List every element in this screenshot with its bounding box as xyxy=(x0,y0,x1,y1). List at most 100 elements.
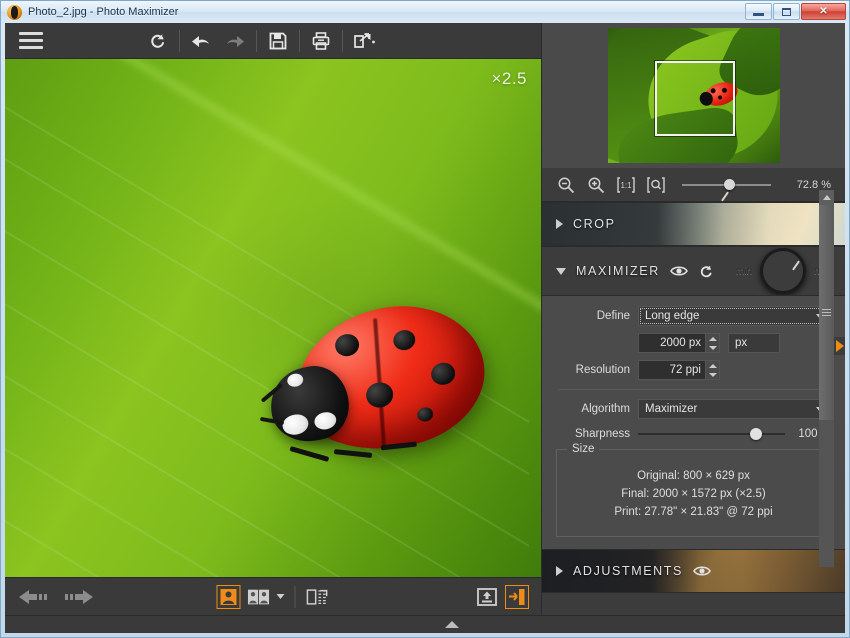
size-final: Final: 2000 × 1572 px (×2.5) xyxy=(621,488,766,500)
scrollbar-thumb[interactable] xyxy=(819,205,834,420)
section-header-adjustments[interactable]: ADJUSTMENTS xyxy=(542,549,845,593)
zoom-in-icon xyxy=(588,177,605,193)
scroll-up-button[interactable] xyxy=(819,190,834,205)
resolution-stepper[interactable] xyxy=(706,360,720,380)
minimize-icon xyxy=(753,13,764,16)
toolbar-separator xyxy=(256,29,257,52)
view-mode-tools xyxy=(216,584,330,609)
stepper-up-icon[interactable] xyxy=(708,363,717,368)
stepper-down-icon[interactable] xyxy=(708,372,717,377)
print-icon xyxy=(312,31,330,50)
main-body: ×2.5 1:1 72.8 % CROP MAXIMIZER min Defin… xyxy=(5,23,845,615)
zoom-in-button[interactable] xyxy=(586,175,606,195)
editor-area: ×2.5 xyxy=(5,23,541,615)
define-row: Define Long edge xyxy=(556,306,831,326)
view-split-button[interactable] xyxy=(306,585,330,609)
application-window: Photo_2.jpg - Photo Maximizer ✕ ×2.5 1:1… xyxy=(0,0,850,638)
toolbar-separator xyxy=(342,29,343,52)
ladybug-subject xyxy=(246,283,506,488)
zoom-out-button[interactable] xyxy=(556,175,576,195)
close-button[interactable]: ✕ xyxy=(801,3,846,20)
previous-image-button[interactable] xyxy=(17,588,51,606)
single-view-icon xyxy=(220,588,237,605)
section-title-crop: CROP xyxy=(573,217,616,231)
view-compare-button[interactable] xyxy=(247,585,271,609)
fit-screen-button[interactable] xyxy=(646,175,666,195)
arrow-left-icon xyxy=(19,589,47,604)
stepper-up-icon[interactable] xyxy=(708,336,717,341)
actual-size-button[interactable]: 1:1 xyxy=(616,175,636,195)
redo-button[interactable] xyxy=(218,26,252,56)
maximize-button[interactable] xyxy=(773,3,800,20)
size-stepper[interactable] xyxy=(706,333,720,353)
sharpness-row: Sharpness 100 % xyxy=(556,426,831,442)
sharpness-slider[interactable] xyxy=(638,426,785,442)
define-select[interactable]: Long edge xyxy=(638,306,831,326)
zoom-out-icon xyxy=(558,177,575,193)
chevron-right-icon xyxy=(556,219,563,229)
resolution-value: 72 ppi xyxy=(669,364,701,376)
unit-select[interactable]: px xyxy=(728,333,780,353)
print-button[interactable] xyxy=(304,26,338,56)
compare-view-icon xyxy=(247,589,270,604)
ladybug-leg xyxy=(289,446,330,462)
chevron-up-icon xyxy=(822,195,831,200)
zoom-controls: 1:1 72.8 % xyxy=(542,168,845,202)
size-group-label: Size xyxy=(567,443,600,455)
toolbar-separator xyxy=(299,29,300,52)
save-icon xyxy=(269,32,287,49)
export-icon xyxy=(354,32,375,48)
navigator-preview[interactable] xyxy=(542,23,845,168)
section-title-adjustments: ADJUSTMENTS xyxy=(573,564,683,578)
view-single-button[interactable] xyxy=(216,584,241,609)
zoom-slider-handle[interactable] xyxy=(723,179,735,190)
title-bar: Photo_2.jpg - Photo Maximizer ✕ xyxy=(1,1,849,23)
zoom-factor-badge: ×2.5 xyxy=(491,69,527,88)
zoom-value-label: 72.8 % xyxy=(796,178,831,191)
ladybug-leg xyxy=(333,449,373,458)
zoom-slider[interactable] xyxy=(682,177,771,193)
send-export-button[interactable] xyxy=(505,584,529,609)
unit-value: px xyxy=(735,337,748,349)
save-button[interactable] xyxy=(261,26,295,56)
sharpness-slider-track xyxy=(638,433,785,435)
actual-size-icon: 1:1 xyxy=(617,176,635,193)
size-info-group: Size Original: 800 × 629 px Final: 2000 … xyxy=(556,443,831,537)
split-view-icon xyxy=(306,588,328,605)
main-toolbar xyxy=(5,23,541,59)
algorithm-select[interactable]: Maximizer xyxy=(638,399,831,419)
size-input[interactable]: 2000 px xyxy=(638,333,706,353)
maximizer-knob[interactable] xyxy=(760,248,806,294)
navigator-viewport-rect[interactable] xyxy=(654,61,735,136)
window-title: Photo_2.jpg - Photo Maximizer xyxy=(28,6,179,18)
sharpness-slider-handle[interactable] xyxy=(749,428,762,440)
reset-icon[interactable] xyxy=(698,264,714,279)
eye-icon[interactable] xyxy=(693,564,711,578)
menu-button[interactable] xyxy=(19,32,43,49)
undo-button[interactable] xyxy=(184,26,218,56)
section-header-crop[interactable]: CROP xyxy=(542,202,845,246)
algorithm-row: Algorithm Maximizer xyxy=(556,399,831,419)
panel-collapse-button[interactable] xyxy=(834,337,845,355)
stepper-down-icon[interactable] xyxy=(708,345,717,350)
expand-panel-button[interactable] xyxy=(445,621,459,628)
export-button[interactable] xyxy=(347,26,381,56)
panel-scrollbar[interactable] xyxy=(819,190,834,567)
reset-button[interactable] xyxy=(141,26,175,56)
next-image-button[interactable] xyxy=(61,588,95,606)
resolution-input[interactable]: 72 ppi xyxy=(638,360,706,380)
upload-icon xyxy=(477,587,497,606)
right-panel: 1:1 72.8 % CROP MAXIMIZER min Define Lon… xyxy=(541,23,845,615)
fit-screen-icon xyxy=(647,176,665,193)
image-canvas[interactable]: ×2.5 xyxy=(5,59,541,577)
minimize-button[interactable] xyxy=(745,3,772,20)
send-to-icon xyxy=(509,588,525,605)
section-header-maximizer[interactable]: MAXIMIZER min max xyxy=(542,246,845,296)
upload-button[interactable] xyxy=(475,585,499,609)
resolution-row: Resolution 72 ppi xyxy=(556,360,831,380)
close-icon: ✕ xyxy=(819,5,828,17)
eye-icon[interactable] xyxy=(669,264,688,278)
compare-dropdown-button[interactable] xyxy=(276,594,285,599)
redo-icon xyxy=(227,35,244,47)
size-original: Original: 800 × 629 px xyxy=(637,470,750,482)
